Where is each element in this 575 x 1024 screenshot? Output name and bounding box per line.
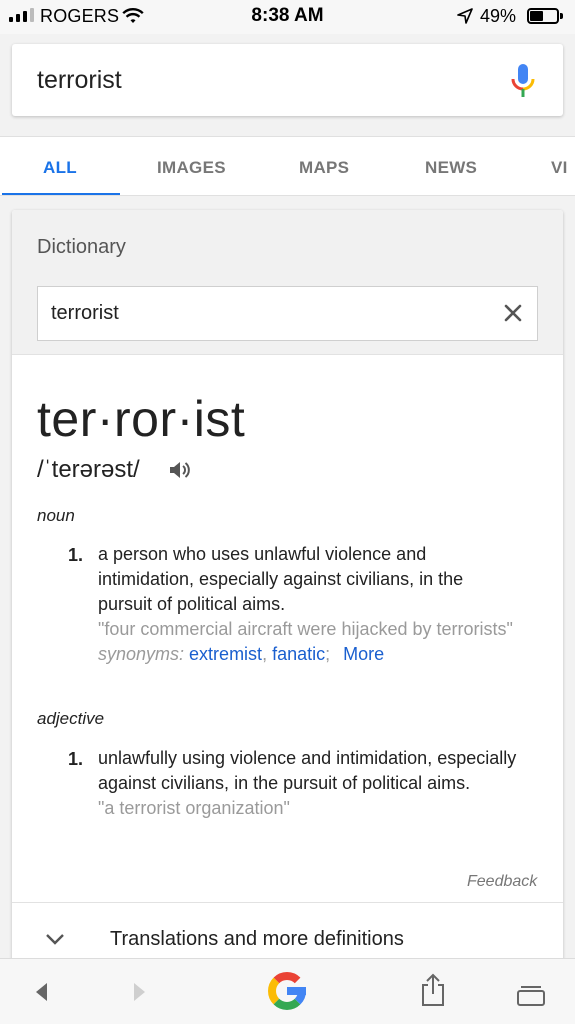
part-of-speech-noun: noun xyxy=(37,506,75,525)
search-input[interactable]: terrorist xyxy=(37,66,122,95)
synonym-link[interactable]: fanatic xyxy=(272,644,325,664)
back-arrow-icon[interactable] xyxy=(33,981,49,1003)
example-sentence: "four commercial aircraft were hijacked … xyxy=(98,619,513,639)
close-icon[interactable] xyxy=(502,302,524,324)
forward-arrow-icon[interactable] xyxy=(132,981,148,1003)
speaker-icon[interactable] xyxy=(168,459,192,481)
definition-block: a person who uses unlawful violence and … xyxy=(98,542,518,667)
chevron-down-icon[interactable] xyxy=(45,932,65,946)
search-tabs: ALL IMAGES MAPS NEWS VI xyxy=(0,136,575,196)
dictionary-card: Dictionary terrorist ter·ror·ist /ˈterər… xyxy=(12,210,563,970)
tabs-icon[interactable] xyxy=(516,983,546,1007)
dictionary-header: Dictionary terrorist xyxy=(12,210,563,355)
status-bar: ROGERS 8:38 AM 49% xyxy=(0,0,575,34)
example-sentence: "a terrorist organization" xyxy=(98,798,290,818)
google-logo-icon[interactable] xyxy=(263,967,311,1015)
definition-text: a person who uses unlawful violence and … xyxy=(98,544,464,614)
definition-block: unlawfully using violence and intimidati… xyxy=(98,746,518,821)
headword: ter·ror·ist xyxy=(37,391,246,447)
share-icon[interactable] xyxy=(420,973,446,1007)
divider xyxy=(12,902,563,903)
translations-link[interactable]: Translations and more definitions xyxy=(110,928,404,951)
battery-icon xyxy=(527,8,563,24)
location-arrow-icon xyxy=(457,8,473,24)
synonym-link[interactable]: extremist xyxy=(189,644,262,664)
definition-text: unlawfully using violence and intimidati… xyxy=(98,748,517,793)
synonyms-line: synonyms: extremist, fanatic; More xyxy=(98,644,385,664)
feedback-link[interactable]: Feedback xyxy=(467,873,537,891)
tab-videos[interactable]: VI xyxy=(551,158,568,178)
tab-all[interactable]: ALL xyxy=(43,158,77,178)
synonyms-label: synonyms: xyxy=(98,644,185,664)
phonetic-spelling: /ˈterərəst/ xyxy=(37,456,140,483)
part-of-speech-adjective: adjective xyxy=(37,709,105,728)
dictionary-search-field[interactable]: terrorist xyxy=(37,286,538,341)
definition-number: 1. xyxy=(68,749,84,769)
dictionary-title: Dictionary xyxy=(37,236,126,258)
more-synonyms-link[interactable]: More xyxy=(343,644,384,664)
microphone-icon[interactable] xyxy=(509,62,537,100)
bottom-toolbar xyxy=(0,958,575,1024)
tab-news[interactable]: NEWS xyxy=(425,158,477,178)
active-tab-indicator xyxy=(2,193,120,195)
tab-maps[interactable]: MAPS xyxy=(299,158,349,178)
dictionary-search-value[interactable]: terrorist xyxy=(51,302,119,325)
definition-number: 1. xyxy=(68,545,84,565)
tab-images[interactable]: IMAGES xyxy=(157,158,226,178)
battery-percentage: 49% xyxy=(480,6,517,26)
search-bar[interactable]: terrorist xyxy=(12,44,563,116)
